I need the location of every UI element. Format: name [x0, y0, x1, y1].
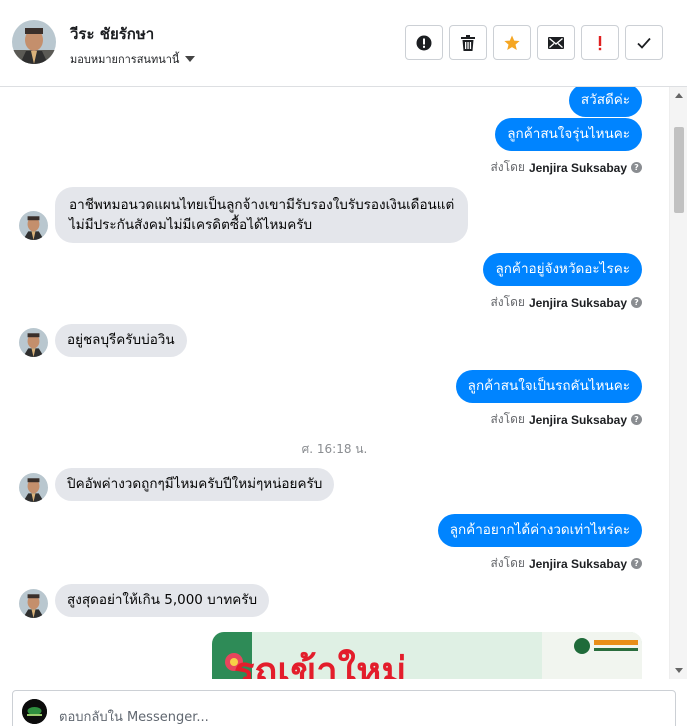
agent-name: Jenjira Suksabay: [528, 160, 627, 175]
sent-by-label: ส่งโดย Jenjira Suksabay ?: [490, 293, 642, 312]
contact-avatar-small: [19, 328, 48, 357]
message-line: อาชีพหมอนวดแผนไทยเป็นลูกจ้างเขามีรับรองใ…: [69, 197, 455, 213]
scroll-up-icon[interactable]: [675, 93, 683, 98]
alert-circle-icon: [416, 35, 432, 50]
page-avatar: [22, 699, 47, 724]
question-icon[interactable]: ?: [631, 558, 642, 569]
scrollbar-thumb[interactable]: [674, 127, 684, 213]
agent-name: Jenjira Suksabay: [528, 412, 627, 427]
follow-up-button[interactable]: [581, 25, 619, 60]
incoming-message: อยู่ชลบุรีครับบ่อวิน: [55, 324, 187, 357]
contact-avatar-small: [19, 589, 48, 618]
contact-avatar[interactable]: [12, 20, 56, 64]
mark-done-button[interactable]: [625, 25, 663, 60]
scroll-down-icon[interactable]: [675, 668, 683, 673]
agent-name: Jenjira Suksabay: [528, 556, 627, 571]
assign-label: มอบหมายการสนทนานี้: [70, 53, 180, 66]
contact-avatar-small: [19, 211, 48, 240]
trash-icon: [461, 34, 475, 51]
assign-conversation-dropdown[interactable]: มอบหมายการสนทนานี้: [70, 50, 196, 68]
thread-scrollbar[interactable]: [669, 87, 687, 679]
mark-spam-button[interactable]: [405, 25, 443, 60]
question-icon[interactable]: ?: [631, 297, 642, 308]
mark-unread-button[interactable]: [537, 25, 575, 60]
outgoing-message: ลูกค้าสนใจรุ่นไหนคะ: [495, 118, 642, 151]
contact-avatar-small: [19, 473, 48, 502]
attached-image[interactable]: รถเข้าใหม่: [212, 632, 642, 679]
incoming-message: สูงสุดอย่าให้เกิน 5,000 บาทครับ: [55, 584, 270, 617]
contact-name: วีระ ชัยรักษา: [70, 25, 155, 43]
question-icon[interactable]: ?: [631, 162, 642, 173]
sent-by-prefix: ส่งโดย: [490, 556, 525, 570]
sent-by-prefix: ส่งโดย: [490, 295, 525, 309]
mail-icon: [548, 36, 564, 49]
question-icon[interactable]: ?: [631, 414, 642, 425]
caret-down-icon: [185, 56, 196, 62]
delete-button[interactable]: [449, 25, 487, 60]
exclamation-icon: [598, 35, 602, 50]
message-line: ไม่มีประกันสังคมไม่มีเครดิตซื้อได้ไหมครั…: [69, 217, 313, 233]
outgoing-message: ลูกค้าอยากได้ค่างวดเท่าไหร่คะ: [437, 514, 642, 547]
sent-by-label: ส่งโดย Jenjira Suksabay ?: [490, 554, 642, 573]
message-thread[interactable]: สวัสดีค่ะ ลูกค้าสนใจรุ่นไหนคะ ส่งโดย Jen…: [0, 87, 669, 679]
outgoing-message: ลูกค้าสนใจเป็นรถคันไหนคะ: [455, 370, 642, 403]
sent-by-label: ส่งโดย Jenjira Suksabay ?: [490, 410, 642, 429]
sent-by-label: ส่งโดย Jenjira Suksabay ?: [490, 158, 642, 177]
sent-by-prefix: ส่งโดย: [490, 412, 525, 426]
star-icon: [504, 35, 520, 50]
conversation-header: วีระ ชัยรักษา มอบหมายการสนทนานี้: [0, 0, 687, 87]
reply-input[interactable]: ตอบกลับใน Messenger...: [59, 706, 209, 726]
outgoing-message: สวัสดีค่ะ: [568, 87, 642, 117]
check-icon: [637, 37, 651, 49]
sent-by-prefix: ส่งโดย: [490, 160, 525, 174]
image-caption: รถเข้าใหม่: [234, 649, 406, 679]
conversation-actions: [405, 25, 663, 60]
star-button[interactable]: [493, 25, 531, 60]
incoming-message: อาชีพหมอนวดแผนไทยเป็นลูกจ้างเขามีรับรองใ…: [55, 187, 469, 243]
reply-composer[interactable]: ตอบกลับใน Messenger...: [12, 690, 676, 726]
outgoing-message: ลูกค้าอยู่จังหวัดอะไรคะ: [483, 253, 642, 286]
agent-name: Jenjira Suksabay: [528, 295, 627, 310]
incoming-message: ปิคอัพค่างวดถูกๆมีไหมครับปีใหม่ๆหน่อยครั…: [55, 468, 335, 501]
message-timestamp: ศ. 16:18 น.: [301, 442, 368, 456]
